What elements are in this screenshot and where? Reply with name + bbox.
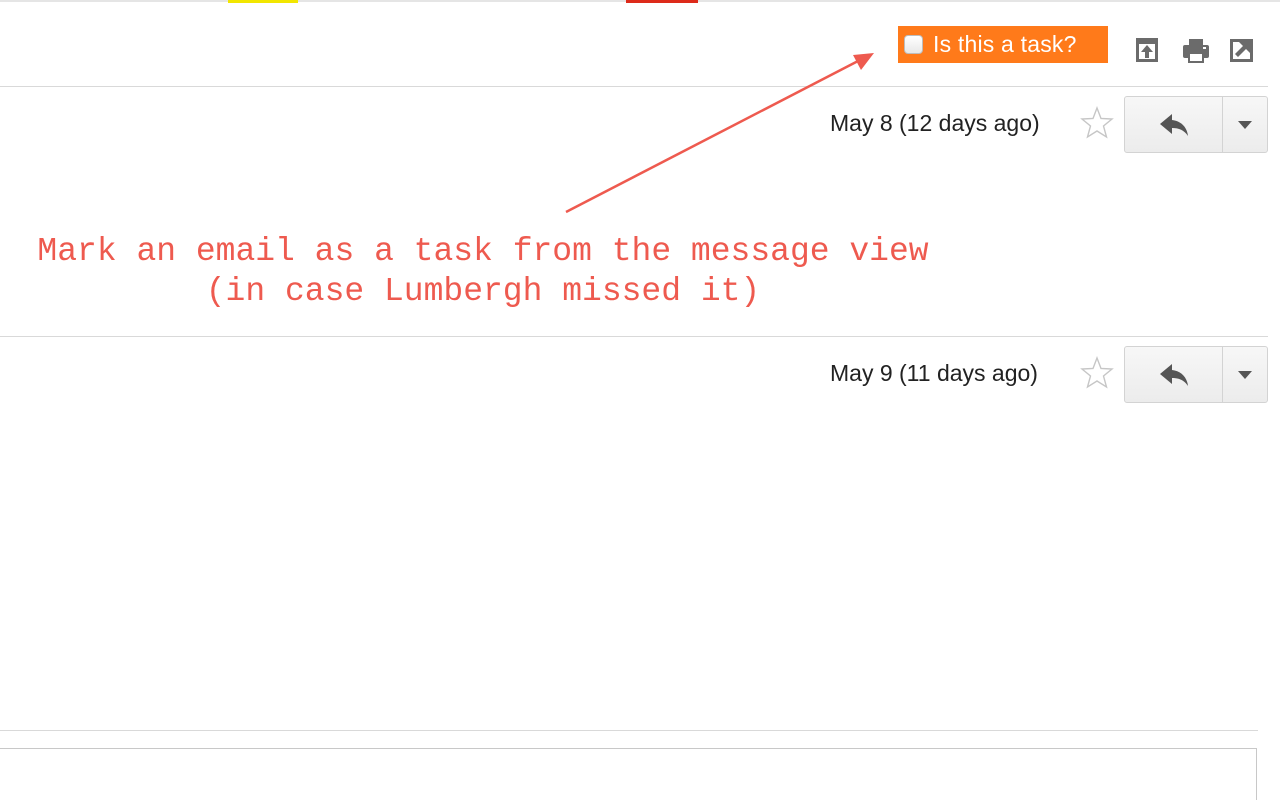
reply-button-group [1124,346,1268,403]
star-icon[interactable] [1080,356,1114,390]
annotation-text-line1: Mark an email as a task from the message… [37,233,929,270]
more-actions-button[interactable] [1223,347,1267,402]
reply-button[interactable] [1125,347,1223,402]
thread-end-divider [0,730,1258,731]
email-thread-view: Is this a task? May 8 (12 days ago) Mark… [0,0,1280,800]
message-date: May 9 (11 days ago) [830,360,1038,386]
reply-icon [1159,363,1188,386]
annotation-arrow [565,53,874,214]
chevron-down-icon [1238,370,1252,379]
message-divider [0,336,1268,337]
annotation-text-line2: (in case Lumbergh missed it) [205,273,761,310]
reply-compose-box[interactable] [0,748,1257,800]
